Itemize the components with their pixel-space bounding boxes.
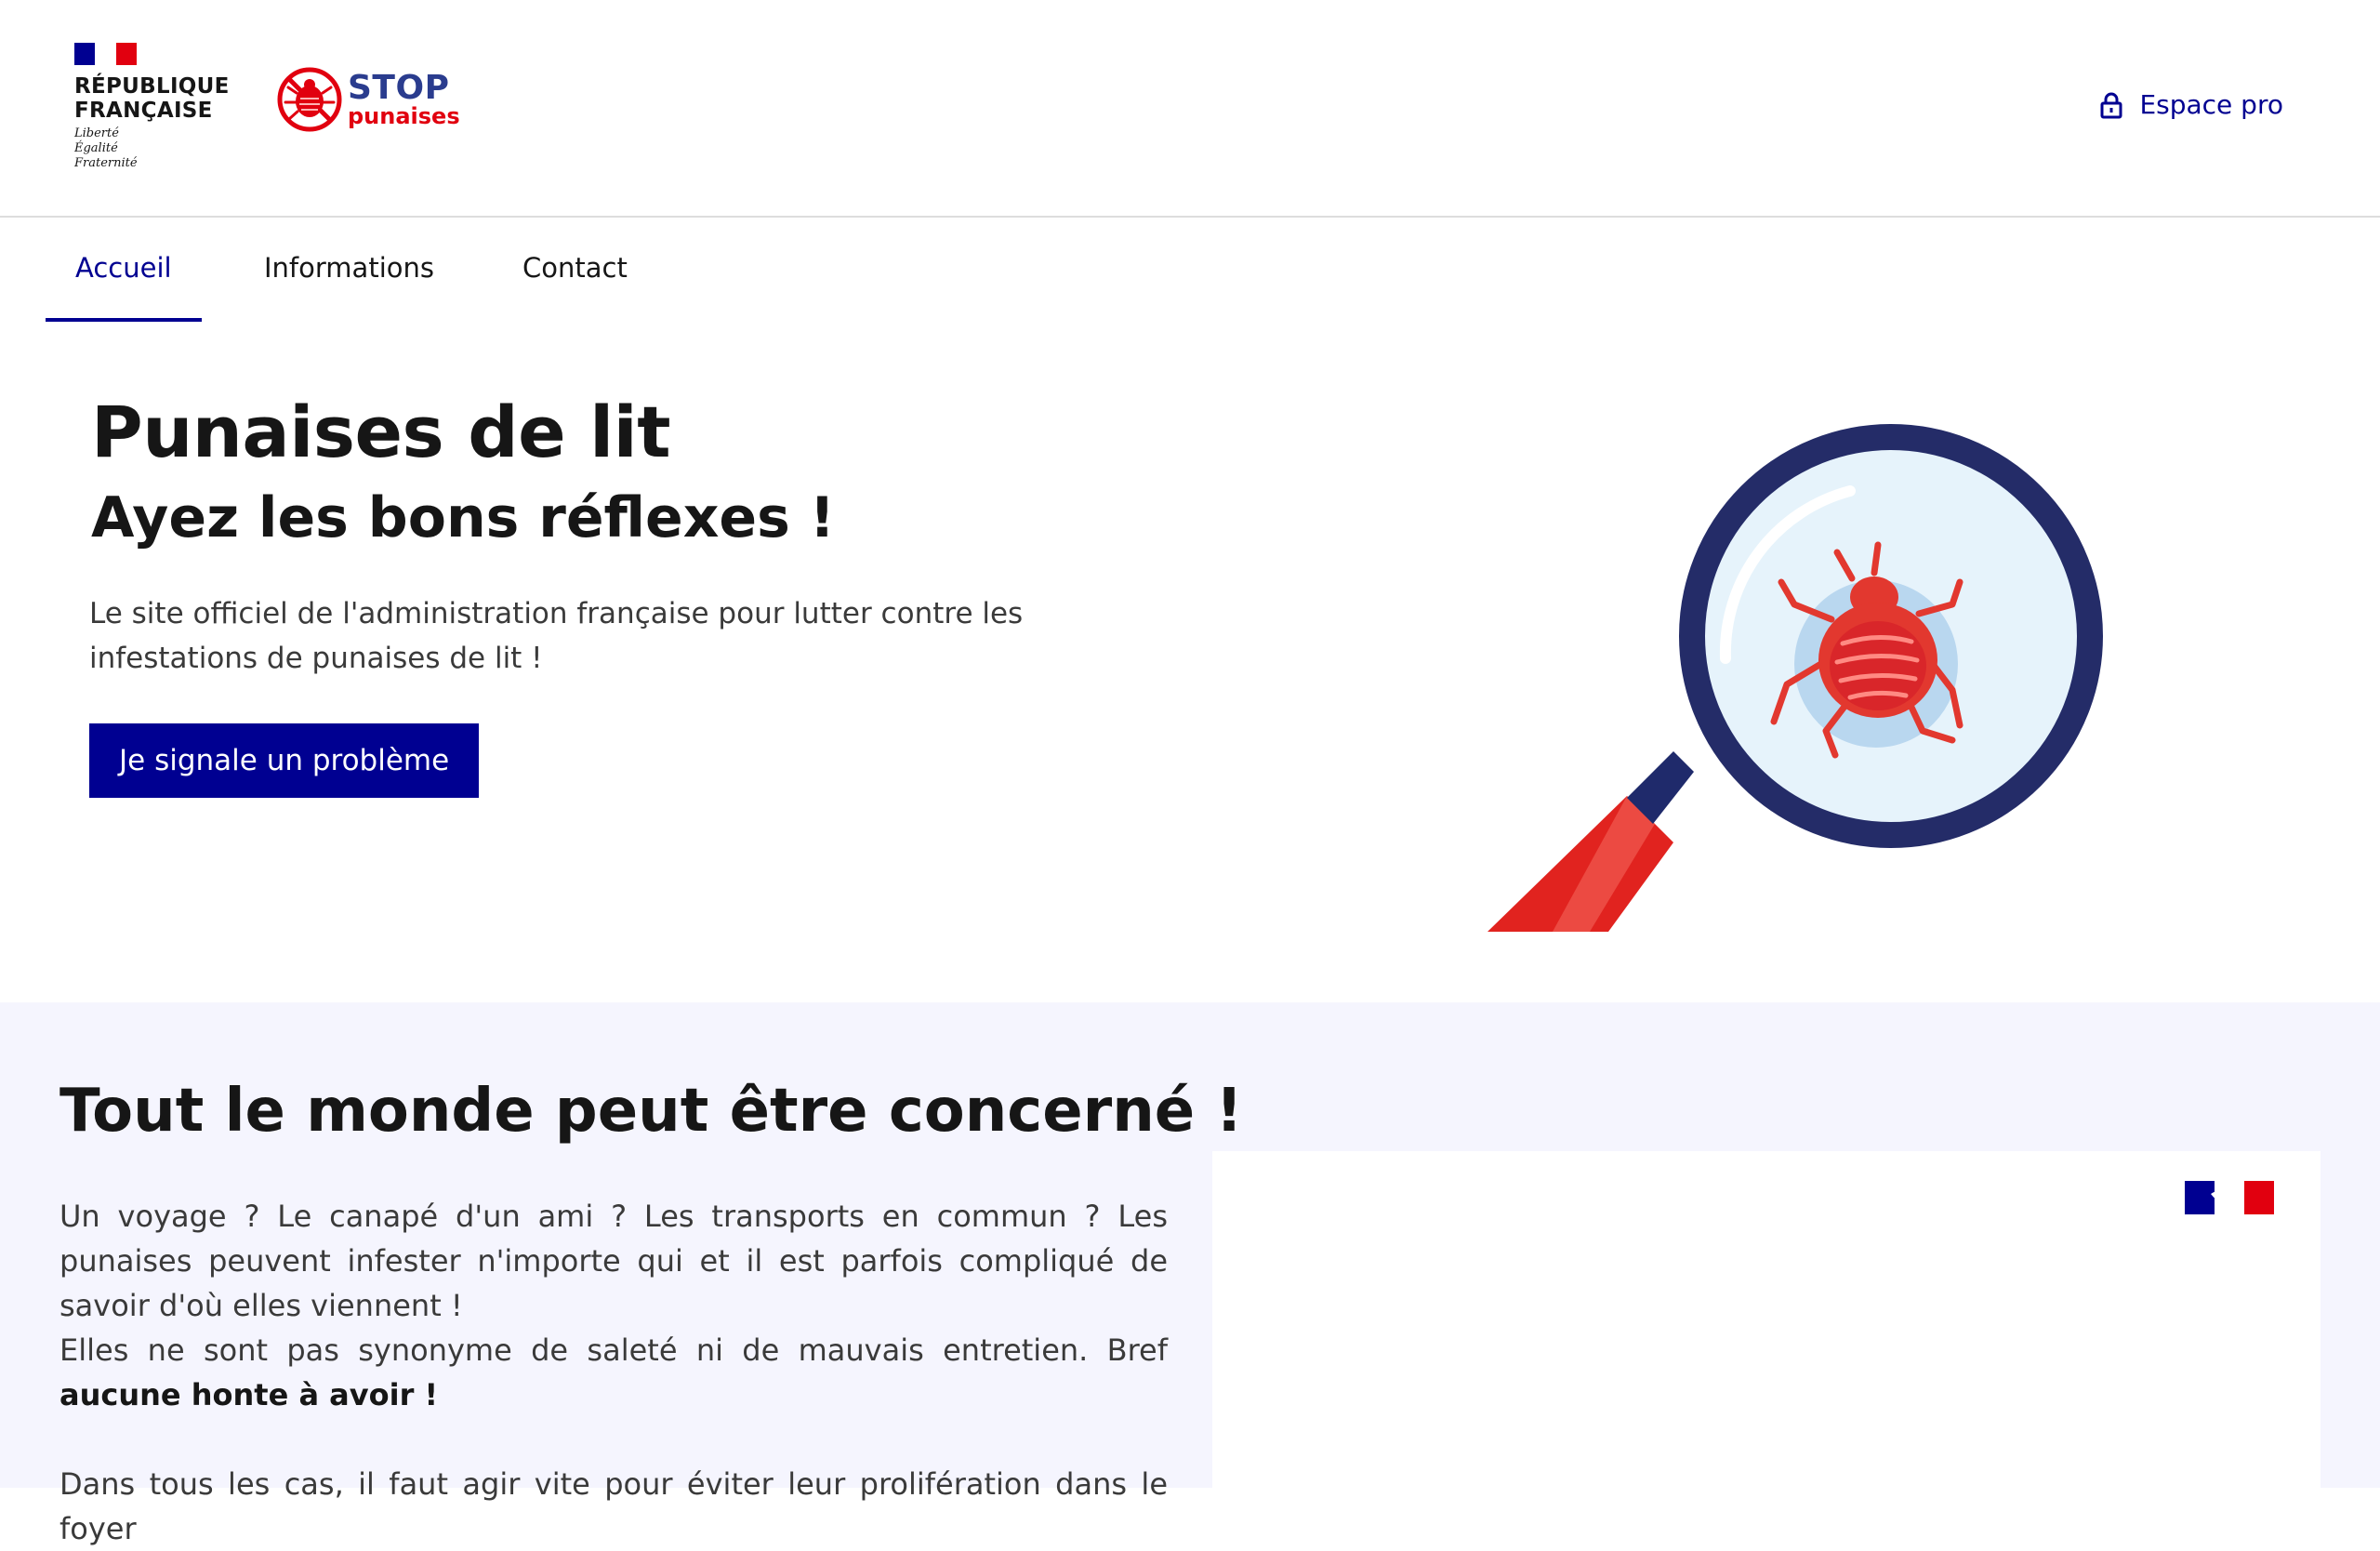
section-paragraph-2-bold: aucune honte à avoir !	[60, 1377, 439, 1412]
marianne-flag-icon	[74, 43, 137, 65]
report-problem-button[interactable]: Je signale un problème	[89, 723, 480, 798]
magnifying-glass-bedbug-illustration	[1488, 424, 2103, 932]
hero-subtitle: Ayez les bons réflexes !	[91, 485, 836, 550]
stop-punaises-logo[interactable]: STOP punaises	[277, 67, 460, 132]
motto-fraternite: Fraternité	[74, 156, 138, 170]
republic-motto: Liberté Égalité Fraternité	[74, 126, 242, 171]
logo-line1: STOP	[348, 69, 450, 107]
lock-icon	[2100, 92, 2122, 118]
section-paragraph-2: Elles ne sont pas synonyme de saleté ni …	[60, 1328, 1168, 1417]
nav-item-informations[interactable]: Informations	[264, 219, 434, 322]
republic-name: RÉPUBLIQUE FRANÇAISE	[74, 74, 242, 123]
video-card[interactable]	[1212, 1151, 2320, 1542]
section-body: Un voyage ? Le canapé d'un ami ? Les tra…	[60, 1194, 1168, 1551]
section-paragraph-3: Dans tous les cas, il faut agir vite pou…	[60, 1466, 1168, 1546]
main-nav: Accueil Informations Contact	[0, 219, 2380, 322]
section-paragraph-2-text: Elles ne sont pas synonyme de saleté ni …	[60, 1332, 1168, 1368]
concerned-section: Tout le monde peut être concerné ! Un vo…	[0, 1002, 2380, 1546]
motto-egalite: Égalité	[74, 141, 118, 155]
hero-section: Punaises de lit Ayez les bons réflexes !…	[0, 322, 2380, 1002]
espace-pro-label: Espace pro	[2139, 89, 2283, 120]
marianne-flag-icon	[2185, 1181, 2274, 1214]
motto-liberte: Liberté	[74, 126, 119, 140]
stop-punaises-wordmark: STOP punaises	[348, 69, 460, 129]
hero-description: Le site officiel de l'administration fra…	[89, 597, 1024, 675]
section-paragraph-1: Un voyage ? Le canapé d'un ami ? Les tra…	[60, 1199, 1168, 1323]
nav-item-contact[interactable]: Contact	[522, 219, 628, 322]
republic-name-line2: FRANÇAISE	[74, 99, 213, 123]
logo-line2: punaises	[348, 103, 460, 129]
bedbug-stop-icon	[277, 67, 342, 132]
site-header: RÉPUBLIQUE FRANÇAISE Liberté Égalité Fra…	[0, 0, 2380, 218]
republique-francaise-logo[interactable]: RÉPUBLIQUE FRANÇAISE Liberté Égalité Fra…	[74, 43, 242, 171]
section-title: Tout le monde peut être concerné !	[60, 1077, 1243, 1146]
republic-name-line1: RÉPUBLIQUE	[74, 74, 230, 99]
hero-title: Punaises de lit	[91, 391, 671, 473]
espace-pro-link[interactable]: Espace pro	[2098, 89, 2283, 120]
nav-item-accueil[interactable]: Accueil	[46, 219, 201, 322]
